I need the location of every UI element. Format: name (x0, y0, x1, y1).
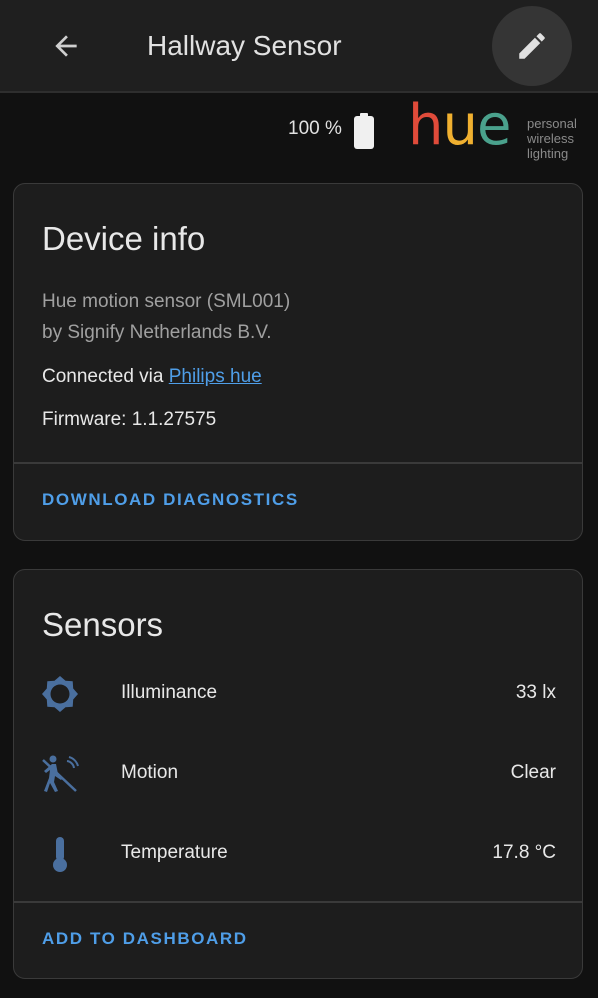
tagline-line-3: lighting (527, 146, 569, 161)
device-info-title: Device info (42, 220, 206, 257)
tagline-line-2: wireless (527, 131, 574, 146)
device-info-card: Device info Hue motion sensor (SML001) b… (13, 183, 583, 541)
firmware-version: Firmware: 1.1.27575 (42, 409, 217, 430)
device-manufacturer: by Signify Netherlands B.V. (42, 322, 272, 343)
connected-via: Connected via Philips hue (42, 366, 262, 388)
sensor-value: 17.8 °C (492, 842, 556, 863)
sensor-value: 33 lx (515, 682, 556, 703)
sensor-label: Temperature (121, 842, 228, 863)
logo-letter-h: h (408, 93, 443, 158)
sensor-label: Illuminance (121, 682, 218, 703)
pencil-icon (519, 33, 545, 59)
edit-button[interactable] (492, 6, 572, 86)
motion-sensor-icon (42, 755, 79, 792)
logo-letter-e: e (477, 93, 511, 158)
download-diagnostics-button[interactable]: Download diagnostics (28, 484, 313, 516)
top-app-bar: Hallway Sensor (0, 0, 598, 93)
brightness-icon (42, 676, 78, 712)
sensor-label: Motion (121, 762, 179, 783)
sensor-row-temperature[interactable]: Temperature 17.8 °C (14, 824, 582, 884)
sensor-value: Clear (510, 762, 556, 783)
battery-level: 100 % (288, 118, 342, 139)
battery-full-icon (354, 113, 374, 149)
sensor-row-motion[interactable]: Motion Clear (14, 744, 582, 804)
connected-via-label: Connected via (42, 366, 169, 387)
arrow-left-icon (55, 35, 77, 57)
page-title: Hallway Sensor (147, 30, 342, 61)
add-to-dashboard-button[interactable]: Add to dashboard (28, 923, 262, 955)
logo-letter-u: u (442, 93, 478, 158)
hue-logo-word: hue (408, 93, 511, 158)
hue-logo: hue personal wireless lighting (408, 96, 588, 162)
sensors-card: Sensors Illuminance 33 lx Motion Clear T… (13, 569, 583, 979)
thermometer-icon (53, 837, 67, 872)
card-divider (14, 462, 582, 464)
back-button[interactable] (38, 18, 94, 74)
integration-link[interactable]: Philips hue (169, 366, 262, 387)
hue-logo-tagline: personal wireless lighting (527, 116, 577, 161)
card-divider (14, 901, 582, 903)
sensors-title: Sensors (42, 606, 164, 643)
device-model: Hue motion sensor (SML001) (42, 291, 291, 312)
sensor-row-illuminance[interactable]: Illuminance 33 lx (14, 664, 582, 724)
tagline-line-1: personal (527, 116, 577, 131)
